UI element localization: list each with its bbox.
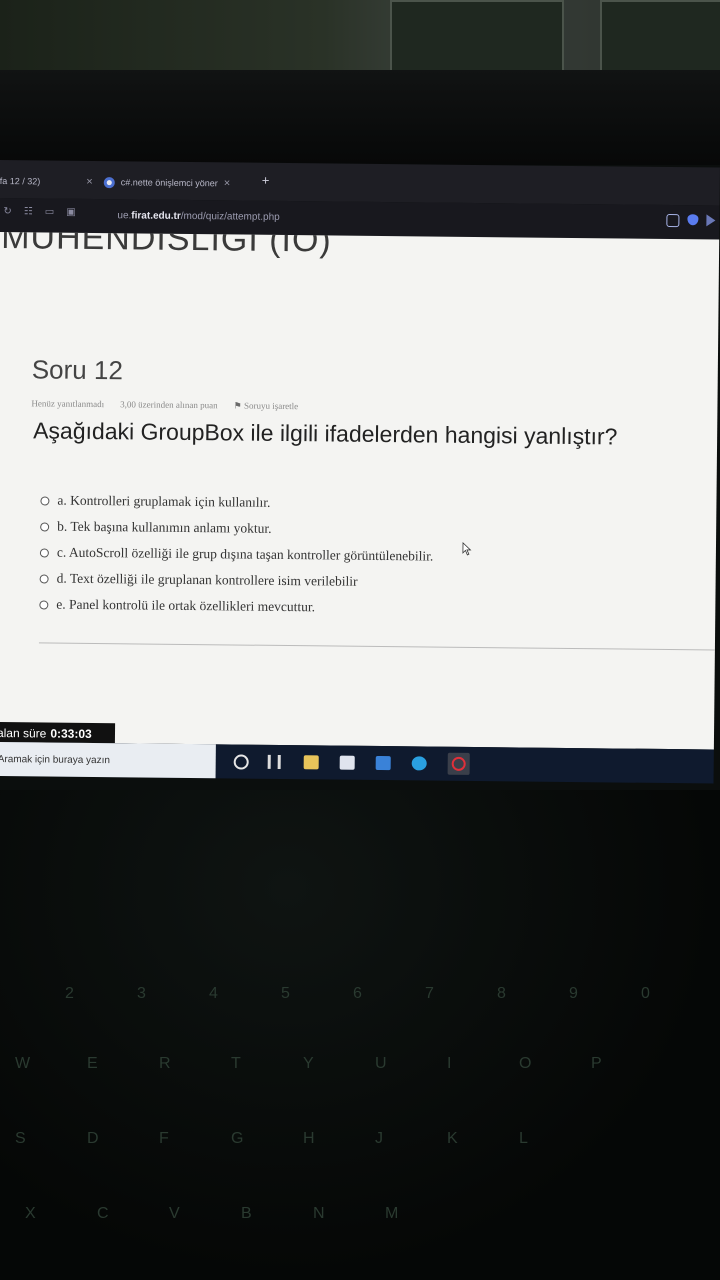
question-points: 3,00 üzerinden alınan puan (120, 399, 218, 411)
flag-label: Soruyu işaretle (243, 400, 299, 412)
answer-option-d[interactable]: d. Text özelliği ile gruplanan kontrolle… (39, 565, 433, 595)
keyboard-key: 5 (281, 985, 290, 1002)
monitor-screen: fa 12 / 32) × c#.nette önişlemci yöner ×… (0, 160, 720, 788)
keyboard-key: 8 (497, 985, 506, 1002)
radio-button[interactable] (39, 573, 49, 584)
keyboard-key: B (241, 1205, 252, 1222)
tab-label: fa 12 / 32) (0, 175, 41, 187)
radio-button[interactable] (39, 599, 49, 610)
close-tab-icon[interactable]: × (86, 176, 93, 188)
option-label: b. Tek başına kullanımın anlamı yoktur. (57, 518, 272, 536)
keyboard-key: 3 (137, 985, 146, 1002)
question-meta: Henüz yanıtlanmadı 3,00 üzerinden alınan… (31, 398, 298, 412)
background-door-panel (390, 0, 564, 74)
url-field[interactable]: ue.firat.edu.tr/mod/quiz/attempt.php (117, 210, 279, 223)
timer-value: 0:33:03 (50, 726, 92, 741)
url-domain: firat.edu.tr (131, 210, 181, 222)
option-label: d. Text özelliği ile gruplanan kontrolle… (56, 570, 358, 589)
taskbar-search-input[interactable]: Aramak için buraya yazın (0, 741, 216, 779)
flag-icon: ⚑ (233, 400, 242, 411)
nav-icons: ↻ ☷ ▭ ▣ (3, 206, 75, 218)
keyboard-key: 9 (569, 985, 578, 1002)
opera-icon[interactable] (447, 752, 470, 775)
close-tab-icon[interactable]: × (224, 177, 231, 189)
cortana-icon[interactable] (233, 754, 249, 770)
reload-icon[interactable]: ↻ (3, 206, 12, 217)
keyboard-key: 4 (209, 985, 218, 1002)
keyboard-key: 0 (641, 985, 650, 1002)
monitor-bezel (0, 70, 720, 165)
lock-icon: ▣ (66, 206, 76, 218)
background-door-panel (600, 0, 720, 74)
mouse-cursor-icon (462, 541, 472, 556)
mail-icon[interactable] (375, 755, 391, 771)
flag-question-button[interactable]: ⚑ Soruyu işaretle (234, 400, 299, 412)
tab-search[interactable]: c#.nette önişlemci yöner × (103, 169, 231, 196)
background-wall (0, 0, 720, 80)
keyboard-key: E (87, 1055, 98, 1072)
question-text: Aşağıdaki GroupBox ile ilgili ifadelerde… (33, 417, 618, 450)
file-explorer-icon[interactable] (303, 755, 319, 770)
keyboard-key: D (87, 1130, 99, 1147)
keyboard-key: G (231, 1130, 244, 1147)
url-prefix: ue. (117, 210, 132, 222)
option-label: e. Panel kontrolü ile ortak özellikleri … (56, 596, 316, 615)
chrome-icon (103, 176, 115, 188)
quiz-page: MÜHENDİSLİĞİ (İÖ) Soru 12 Henüz yanıtlan… (0, 231, 720, 750)
radio-button[interactable] (40, 521, 50, 532)
keyboard-key: I (447, 1055, 452, 1072)
grid-icon[interactable]: ☷ (24, 206, 33, 217)
tab-quiz[interactable]: fa 12 / 32) × (0, 168, 93, 195)
task-view-icon[interactable] (267, 754, 281, 769)
option-label: c. AutoScroll özelliği ile grup dışına t… (56, 544, 434, 564)
toolbar-icons (666, 213, 716, 228)
shield-icon[interactable] (687, 214, 699, 226)
answer-options: a. Kontrolleri gruplamak için kullanılır… (39, 487, 434, 621)
section-divider (38, 642, 715, 651)
radio-button[interactable] (39, 547, 49, 558)
keyboard-key: S (15, 1130, 26, 1147)
url-path: /mod/quiz/attempt.php (180, 210, 280, 223)
keyboard-key: 6 (353, 985, 362, 1002)
keyboard-key: T (231, 1055, 241, 1072)
edge-icon[interactable] (411, 756, 427, 771)
question-number: Soru 12 (31, 354, 124, 386)
keyboard-key: H (303, 1130, 315, 1147)
camera-icon[interactable] (666, 213, 680, 228)
keyboard-key: L (519, 1130, 528, 1147)
answer-option-b[interactable]: b. Tek başına kullanımın anlamı yoktur. (40, 513, 434, 543)
keyboard-key: R (159, 1055, 171, 1072)
keyboard-key: J (375, 1130, 383, 1147)
vpn-icon[interactable]: ▭ (45, 206, 55, 217)
option-label: a. Kontrolleri gruplamak için kullanılır… (57, 492, 271, 510)
keyboard-key: U (375, 1055, 387, 1072)
store-icon[interactable] (339, 755, 355, 770)
keyboard-key: Y (303, 1055, 314, 1072)
answer-option-e[interactable]: e. Panel kontrolü ile ortak özellikleri … (39, 591, 433, 621)
keyboard-key: N (313, 1205, 325, 1222)
keyboard-key: K (447, 1130, 458, 1147)
timer-label: alan süre (0, 726, 47, 741)
keyboard-key: 2 (65, 985, 74, 1002)
keyboard-key: F (159, 1130, 169, 1147)
keyboard-key: P (591, 1055, 602, 1072)
course-title: MÜHENDİSLİĞİ (İÖ) (0, 231, 332, 260)
keyboard-key: X (25, 1205, 36, 1222)
keyboard-key: V (169, 1205, 180, 1222)
keyboard-key: O (519, 1055, 532, 1072)
laptop-keyboard: 2 3 4 5 6 7 8 9 0 W E R T Y U I O P S D F G H J K L X C V B N M (0, 790, 720, 1280)
answer-option-c[interactable]: c. AutoScroll özelliği ile grup dışına t… (39, 539, 434, 569)
answer-option-a[interactable]: a. Kontrolleri gruplamak için kullanılır… (40, 487, 434, 517)
radio-button[interactable] (40, 495, 50, 506)
windows-taskbar: Aramak için buraya yazın (0, 741, 714, 784)
keyboard-key: M (385, 1205, 399, 1222)
keyboard-key: W (15, 1055, 31, 1072)
tab-label: c#.nette önişlemci yöner (120, 177, 218, 189)
question-status: Henüz yanıtlanmadı (31, 398, 105, 410)
keyboard-key: C (97, 1205, 109, 1222)
keyboard-key: 7 (425, 985, 434, 1002)
send-icon[interactable] (706, 214, 716, 227)
new-tab-button[interactable]: + (262, 173, 270, 188)
